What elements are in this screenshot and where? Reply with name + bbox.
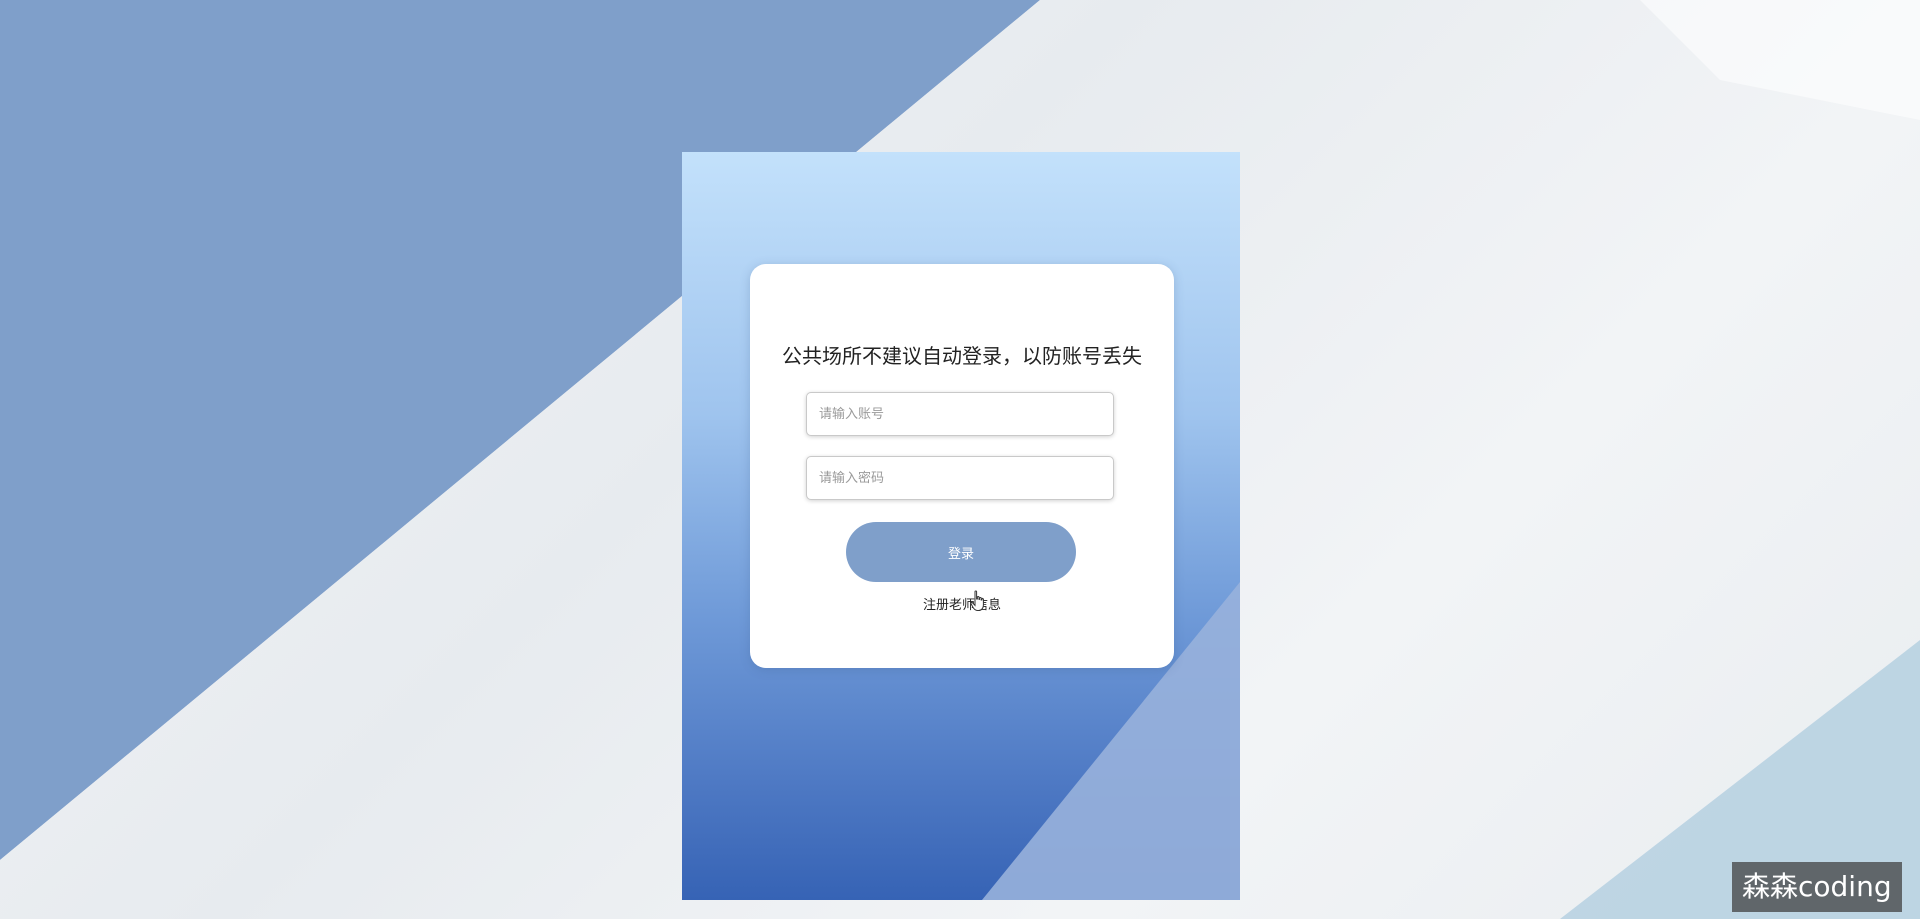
login-card: 公共场所不建议自动登录，以防账号丢失 登录 注册老师信息 (750, 264, 1174, 668)
login-button[interactable]: 登录 (846, 522, 1076, 582)
hand-pointer-icon (970, 590, 984, 611)
watermark: 森森coding (1732, 862, 1902, 912)
security-notice: 公共场所不建议自动登录，以防账号丢失 (782, 344, 1142, 368)
login-page: 公共场所不建议自动登录，以防账号丢失 登录 注册老师信息 森森coding (0, 0, 1920, 919)
password-input[interactable] (806, 456, 1114, 500)
register-teacher-link[interactable]: 注册老师信息 (750, 594, 1174, 613)
account-input[interactable] (806, 392, 1114, 436)
